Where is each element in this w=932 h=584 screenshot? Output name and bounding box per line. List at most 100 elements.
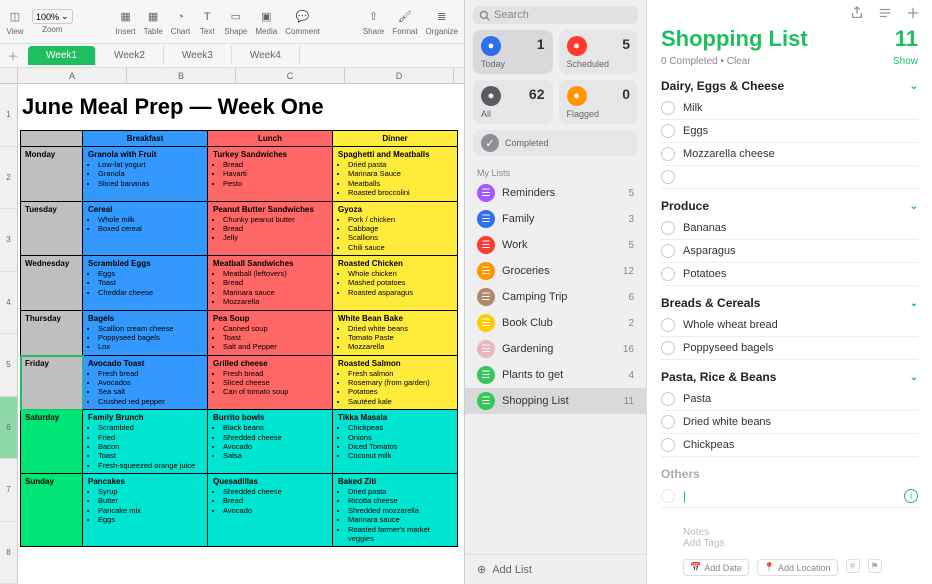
- checkbox-icon[interactable]: [661, 415, 675, 429]
- toggle-icon[interactable]: [878, 6, 892, 20]
- row-4[interactable]: 4: [0, 272, 17, 335]
- meal-cell[interactable]: QuesadillasShredded cheeseBreadAvocado: [208, 474, 333, 546]
- search-input[interactable]: Search: [473, 6, 638, 24]
- row-5[interactable]: 5: [0, 334, 17, 397]
- meal-cell[interactable]: Baked ZitiDried pastaRicotta cheeseShred…: [333, 474, 457, 546]
- day-tuesday[interactable]: Tuesday: [21, 202, 83, 257]
- row-3[interactable]: 3: [0, 209, 17, 272]
- toolbar-format[interactable]: 🖌Format: [392, 8, 417, 36]
- meal-cell[interactable]: BagelsScallion cream cheesePoppyseed bag…: [83, 311, 208, 356]
- reminder-item[interactable]: Bananas: [661, 217, 918, 240]
- new-reminder-row[interactable]: |i: [661, 485, 918, 508]
- row-1[interactable]: 1: [0, 84, 17, 147]
- list-work[interactable]: ☰Work5: [465, 232, 646, 258]
- add-location-chip[interactable]: 📍Add Location: [757, 559, 838, 576]
- reminder-item[interactable]: Dried white beans: [661, 411, 918, 434]
- add-sheet-icon[interactable]: ＋: [4, 47, 22, 65]
- tab-week3[interactable]: Week3: [164, 46, 232, 65]
- flag-icon[interactable]: ⚑: [868, 559, 882, 573]
- checkbox-icon[interactable]: [661, 489, 675, 503]
- smart-completed[interactable]: ✓Completed: [473, 130, 638, 156]
- row-2[interactable]: 2: [0, 147, 17, 210]
- col-B[interactable]: B: [127, 68, 236, 83]
- add-list-button[interactable]: ⊕ Add List: [465, 554, 646, 584]
- tab-week4[interactable]: Week4: [232, 46, 300, 65]
- toolbar-view[interactable]: ◫View: [6, 8, 24, 36]
- row-7[interactable]: 7: [0, 459, 17, 522]
- meal-cell[interactable]: Roasted SalmonFresh salmonRosemary (from…: [333, 356, 457, 411]
- reminder-item[interactable]: Whole wheat bread: [661, 314, 918, 337]
- toolbar-share[interactable]: ⇧Share: [363, 8, 384, 36]
- list-family[interactable]: ☰Family3: [465, 206, 646, 232]
- meal-cell[interactable]: CerealWhole milkBoxed cereal: [83, 202, 208, 257]
- day-sunday[interactable]: Sunday: [21, 474, 83, 546]
- row-6[interactable]: 6: [0, 397, 17, 460]
- reminder-item[interactable]: Potatoes: [661, 263, 918, 286]
- add-date-chip[interactable]: 📅Add Date: [683, 559, 749, 576]
- meal-cell[interactable]: PancakesSyrupButterPancake mixEggs: [83, 474, 208, 546]
- info-icon[interactable]: i: [904, 489, 918, 503]
- list-reminders[interactable]: ☰Reminders5: [465, 180, 646, 206]
- meal-cell[interactable]: White Bean BakeDried white beansTomato P…: [333, 311, 457, 356]
- section-header[interactable]: Dairy, Eggs & Cheese⌄: [661, 75, 918, 97]
- chevron-down-icon[interactable]: ⌄: [910, 81, 918, 92]
- reminder-item[interactable]: Pasta: [661, 388, 918, 411]
- checkbox-icon[interactable]: [661, 318, 675, 332]
- tab-week1[interactable]: Week1: [28, 46, 96, 65]
- section-header[interactable]: Breads & Cereals⌄: [661, 292, 918, 314]
- toolbar-comment[interactable]: 💬Comment: [285, 8, 320, 36]
- smart-all[interactable]: ●62All: [473, 80, 553, 124]
- meal-cell[interactable]: Spaghetti and MeatballsDried pastaMarina…: [333, 147, 457, 202]
- toolbar-zoom[interactable]: 100% ⌄Zoom: [32, 9, 73, 34]
- meal-cell[interactable]: Pea SoupCanned soupToastSalt and Pepper: [208, 311, 333, 356]
- day-friday[interactable]: Friday: [21, 356, 83, 411]
- meal-cell[interactable]: Burrito bowlsBlack beansShredded cheeseA…: [208, 410, 333, 474]
- col-A[interactable]: A: [18, 68, 127, 83]
- list-book-club[interactable]: ☰Book Club2: [465, 310, 646, 336]
- checkbox-icon[interactable]: [661, 438, 675, 452]
- zoom-select[interactable]: 100% ⌄: [32, 9, 73, 24]
- checkbox-icon[interactable]: [661, 101, 675, 115]
- tag-icon[interactable]: #: [846, 559, 860, 573]
- smart-today[interactable]: ●1Today: [473, 30, 553, 74]
- list-camping-trip[interactable]: ☰Camping Trip6: [465, 284, 646, 310]
- chevron-down-icon[interactable]: ⌄: [910, 201, 918, 212]
- list-shopping-list[interactable]: ☰Shopping List11: [465, 388, 646, 414]
- spreadsheet-grid[interactable]: June Meal Prep — Week One BreakfastLunch…: [18, 84, 464, 584]
- checkbox-icon[interactable]: [661, 221, 675, 235]
- checkbox-icon[interactable]: [661, 392, 675, 406]
- meal-cell[interactable]: Scrambled EggsEggsToastCheddar cheese: [83, 256, 208, 311]
- meal-cell[interactable]: GyozaPork / chickenCabbageScallionsChili…: [333, 202, 457, 257]
- day-saturday[interactable]: Saturday: [21, 410, 83, 474]
- checkbox-icon[interactable]: [661, 341, 675, 355]
- clear-button[interactable]: Clear: [727, 56, 751, 67]
- checkbox-icon[interactable]: [661, 244, 675, 258]
- col-C[interactable]: C: [236, 68, 345, 83]
- section-header[interactable]: Pasta, Rice & Beans⌄: [661, 366, 918, 388]
- reminder-item[interactable]: Asparagus: [661, 240, 918, 263]
- meal-cell[interactable]: Roasted ChickenWhole chickenMashed potat…: [333, 256, 457, 311]
- row-8[interactable]: 8: [0, 522, 17, 584]
- reminder-item[interactable]: Milk: [661, 97, 918, 120]
- section-header[interactable]: Others: [661, 463, 918, 485]
- reminder-item[interactable]: Mozzarella cheese: [661, 143, 918, 166]
- checkbox-icon[interactable]: [661, 124, 675, 138]
- section-header[interactable]: Produce⌄: [661, 195, 918, 217]
- reminder-item[interactable]: Eggs: [661, 120, 918, 143]
- meal-cell[interactable]: Tikka MasalaChickpeasOnionsDiced Tomatos…: [333, 410, 457, 474]
- reminder-item-blank[interactable]: [661, 166, 918, 189]
- meal-cell[interactable]: Avocado ToastFresh breadAvocadosSea salt…: [83, 356, 208, 411]
- toolbar-insert[interactable]: ▦Insert: [116, 8, 136, 36]
- day-wednesday[interactable]: Wednesday: [21, 256, 83, 311]
- add-item-icon[interactable]: [906, 6, 920, 20]
- reminder-item[interactable]: Poppyseed bagels: [661, 337, 918, 360]
- smart-flagged[interactable]: ●0Flagged: [559, 80, 639, 124]
- chevron-down-icon[interactable]: ⌄: [910, 298, 918, 309]
- reminder-item[interactable]: Chickpeas: [661, 434, 918, 457]
- checkbox-icon[interactable]: [661, 267, 675, 281]
- toolbar-shape[interactable]: ▭Shape: [224, 8, 247, 36]
- show-button[interactable]: Show: [893, 56, 918, 67]
- meal-cell[interactable]: Turkey SandwichesBreadHavartiPesto: [208, 147, 333, 202]
- toolbar-organize[interactable]: ≣Organize: [426, 8, 458, 36]
- day-monday[interactable]: Monday: [21, 147, 83, 202]
